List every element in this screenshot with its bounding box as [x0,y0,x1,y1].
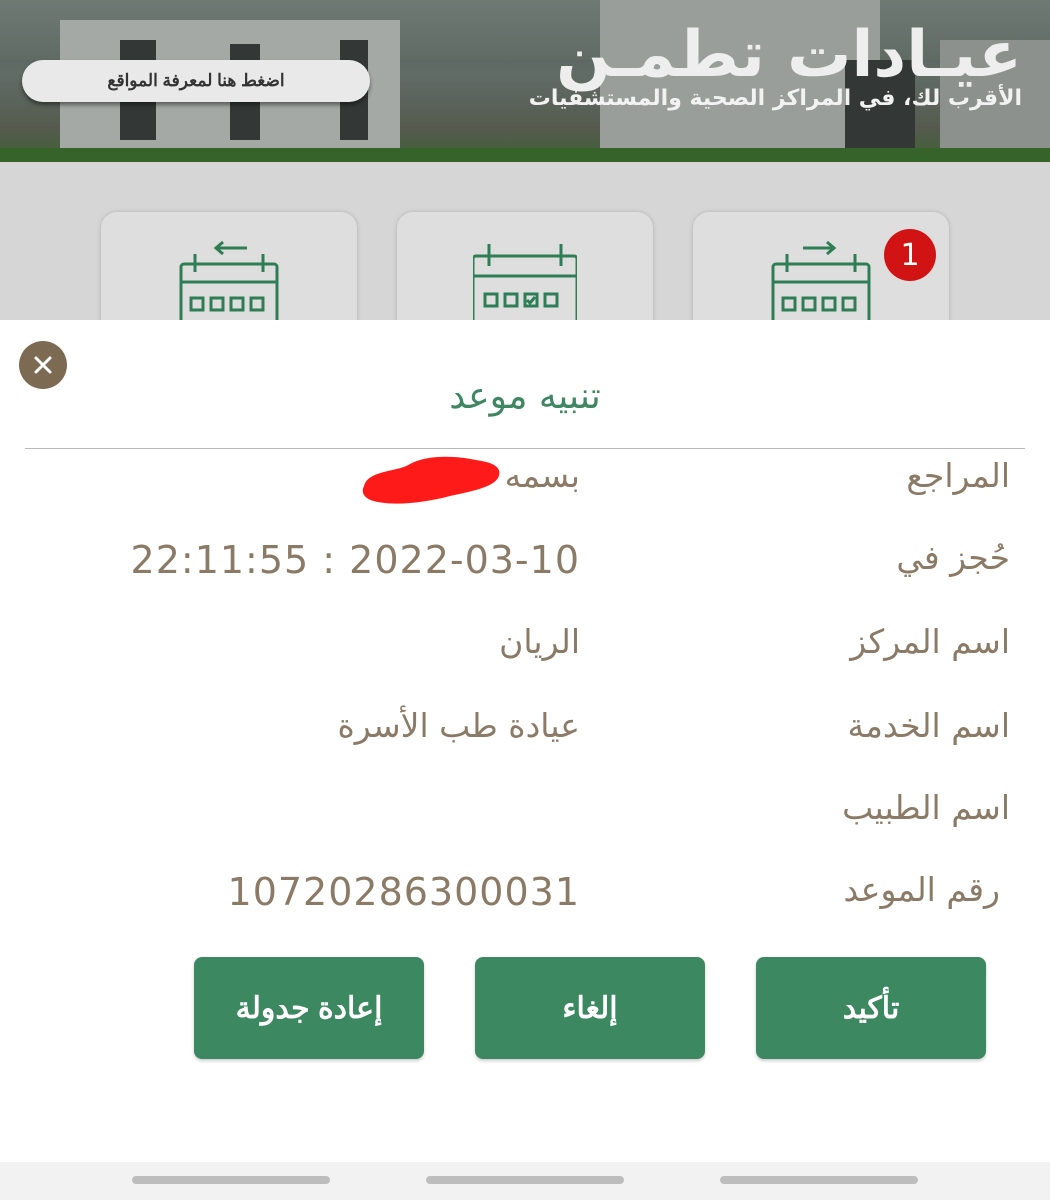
cancel-appointment-button[interactable]: إلغاء [475,957,705,1059]
close-icon [34,356,52,374]
calendar-check-icon [473,244,577,326]
patient-label: المراجع [906,456,1010,495]
service-value: عيادة طب الأسرة [337,706,580,745]
notification-badge: 1 [884,229,936,281]
locations-button[interactable]: اضغط هنا لمعرفة المواقع [22,60,370,102]
app-title: عيـادات تطمـن [556,18,1022,92]
calendar-arrow-left-icon [179,240,279,326]
booked-at-value: 22:11:55 : 2022-03-10 [130,538,580,582]
nav-handle-right[interactable] [720,1176,918,1184]
center-label: اسم المركز [850,622,1010,661]
calendar-arrow-right-icon [771,240,871,326]
dialog-title: تنبيه موعد [449,376,601,417]
row-doctor: اسم الطبيب [0,788,1050,838]
redaction-mark [362,456,500,504]
nav-handle-center[interactable] [426,1176,624,1184]
app-subtitle: الأقرب لك، في المراكز الصحية والمستشفيات [528,86,1022,111]
patient-value: بسمه [504,456,580,495]
service-label: اسم الخدمة [847,706,1011,745]
appointment-number-value: 10720286300031 [227,870,580,914]
header-banner: عيـادات تطمـن الأقرب لك، في المراكز الصح… [0,0,1050,162]
reschedule-button[interactable]: إعادة جدولة [194,957,424,1059]
system-navigation-bar [0,1162,1050,1200]
row-appointment-number: رقم الموعد 10720286300031 [0,870,1050,920]
booked-at-label: حُجز في [896,538,1010,577]
doctor-label: اسم الطبيب [842,788,1010,827]
appointment-number-label: رقم الموعد [843,870,1000,909]
nav-handle-left[interactable] [132,1176,330,1184]
center-value: الريان [499,622,580,661]
divider [25,448,1025,449]
row-center: اسم المركز الريان [0,622,1050,672]
row-booked-at: حُجز في 22:11:55 : 2022-03-10 [0,538,1050,588]
confirm-button[interactable]: تأكيد [756,957,986,1059]
row-patient: المراجع بسمه [0,456,1050,506]
appointment-alert-dialog: تنبيه موعد المراجع بسمه حُجز في 22:11:55… [0,320,1050,1162]
row-service: اسم الخدمة عيادة طب الأسرة [0,706,1050,756]
